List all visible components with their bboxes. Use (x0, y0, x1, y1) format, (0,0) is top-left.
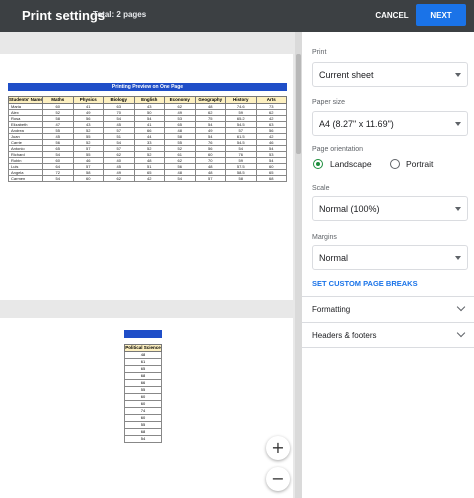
column-header: Geography (194, 96, 226, 104)
student-name-cell: Carmen (8, 175, 43, 182)
table-row: Carmen 54 60 62 42 54 57 58 68 (8, 175, 287, 182)
portrait-radio[interactable] (390, 159, 400, 169)
top-bar: Print settings Total: 2 pages CANCEL NEX… (0, 0, 474, 32)
column-header: Students' Name (8, 96, 43, 104)
table-row: 68 (124, 428, 162, 436)
table-row: 61 (124, 358, 162, 366)
paper-size-select[interactable]: A4 (8.27" x 11.69") (312, 111, 468, 136)
scale-label: Scale (312, 185, 330, 192)
score-cell: 66 (124, 379, 162, 387)
column-header: Economy (164, 96, 196, 104)
sheet-title-band (124, 330, 162, 338)
column-header: Physics (72, 96, 104, 104)
score-cell: 62 (103, 175, 135, 182)
score-cell: 60 (124, 393, 162, 401)
formatting-section[interactable]: Formatting (302, 296, 474, 322)
column-header: Political Science (124, 344, 162, 352)
column-header: Biology (103, 96, 135, 104)
column-header: Maths (42, 96, 74, 104)
score-cell: 60 (124, 414, 162, 422)
preview-scrollbar[interactable] (295, 32, 302, 498)
score-cell: 54 (42, 175, 74, 182)
chevron-down-icon (456, 328, 466, 338)
score-cell: 48 (124, 351, 162, 359)
cancel-button[interactable]: CANCEL (372, 6, 412, 26)
print-label: Print (312, 49, 327, 56)
score-cell: 68 (124, 372, 162, 380)
landscape-radio[interactable] (313, 159, 323, 169)
table-row: 60 (124, 400, 162, 408)
portrait-label[interactable]: Portrait (406, 159, 433, 169)
score-cell: 54 (164, 175, 196, 182)
caret-down-icon (455, 207, 461, 211)
zoom-out-button[interactable]: − (266, 467, 290, 491)
score-cell: 68 (255, 175, 287, 182)
caret-down-icon (455, 256, 461, 260)
caret-down-icon (455, 122, 461, 126)
score-cell: 55 (124, 421, 162, 429)
score-cell: 58 (225, 175, 257, 182)
headers-footers-label: Headers & footers (312, 331, 377, 340)
scale-value: Normal (100%) (319, 204, 380, 214)
score-cell: 60 (72, 175, 104, 182)
total-pages: Total: 2 pages (93, 10, 147, 19)
sheet-title: Printing Preview on One Page (8, 83, 287, 91)
table-row: 65 (124, 365, 162, 373)
paper-size-label: Paper size (312, 99, 346, 106)
table-row: 68 (124, 372, 162, 380)
print-value: Current sheet (319, 70, 374, 80)
table-row: 54 (124, 435, 162, 443)
custom-page-breaks-link[interactable]: SET CUSTOM PAGE BREAKS (312, 279, 418, 288)
score-cell: 60 (124, 400, 162, 408)
table-row: 66 (124, 379, 162, 387)
chevron-down-icon (456, 302, 466, 312)
table-row: 74 (124, 407, 162, 415)
column-header: English (133, 96, 165, 104)
score-cell: 74 (124, 407, 162, 415)
column-header: Arts (255, 96, 287, 104)
print-select[interactable]: Current sheet (312, 62, 468, 87)
headers-footers-section[interactable]: Headers & footers (302, 322, 474, 348)
formatting-label: Formatting (312, 305, 351, 314)
score-cell: 65 (124, 365, 162, 373)
table-row: 48 (124, 351, 162, 359)
score-cell: 68 (124, 428, 162, 436)
preview-page-1: Printing Preview on One Page Students' N… (0, 54, 293, 300)
scale-select[interactable]: Normal (100%) (312, 196, 468, 221)
preview-page-2: Political Science 48 61 65 68 66 55 60 60 74 60 55… (0, 318, 293, 498)
paper-size-value: A4 (8.27" x 11.69") (319, 119, 394, 129)
next-button[interactable]: NEXT (416, 4, 466, 26)
score-cell: 54 (124, 435, 162, 443)
score-cell: 55 (124, 386, 162, 394)
score-cell: 42 (133, 175, 165, 182)
margins-label: Margins (312, 234, 337, 241)
table-row: 55 (124, 386, 162, 394)
column-header: History (225, 96, 257, 104)
score-cell: 61 (124, 358, 162, 366)
political-science-table: Political Science 48 61 65 68 66 55 60 60 74 60 55… (124, 344, 162, 443)
margins-select[interactable]: Normal (312, 245, 468, 270)
landscape-label[interactable]: Landscape (330, 159, 372, 169)
score-cell: 57 (194, 175, 226, 182)
table-row: 60 (124, 393, 162, 401)
settings-panel: Print Current sheet Paper size A4 (8.27"… (302, 32, 474, 498)
zoom-in-button[interactable]: + (266, 436, 290, 460)
grades-table: Students' Name Maths Physics Biology English… (8, 96, 287, 182)
table-row: 60 (124, 414, 162, 422)
caret-down-icon (455, 73, 461, 77)
print-preview[interactable]: Printing Preview on One Page Students' N… (0, 32, 302, 498)
scrollbar-thumb[interactable] (296, 54, 301, 154)
orientation-label: Page orientation (312, 146, 363, 153)
table-row: 55 (124, 421, 162, 429)
margins-value: Normal (319, 253, 349, 263)
